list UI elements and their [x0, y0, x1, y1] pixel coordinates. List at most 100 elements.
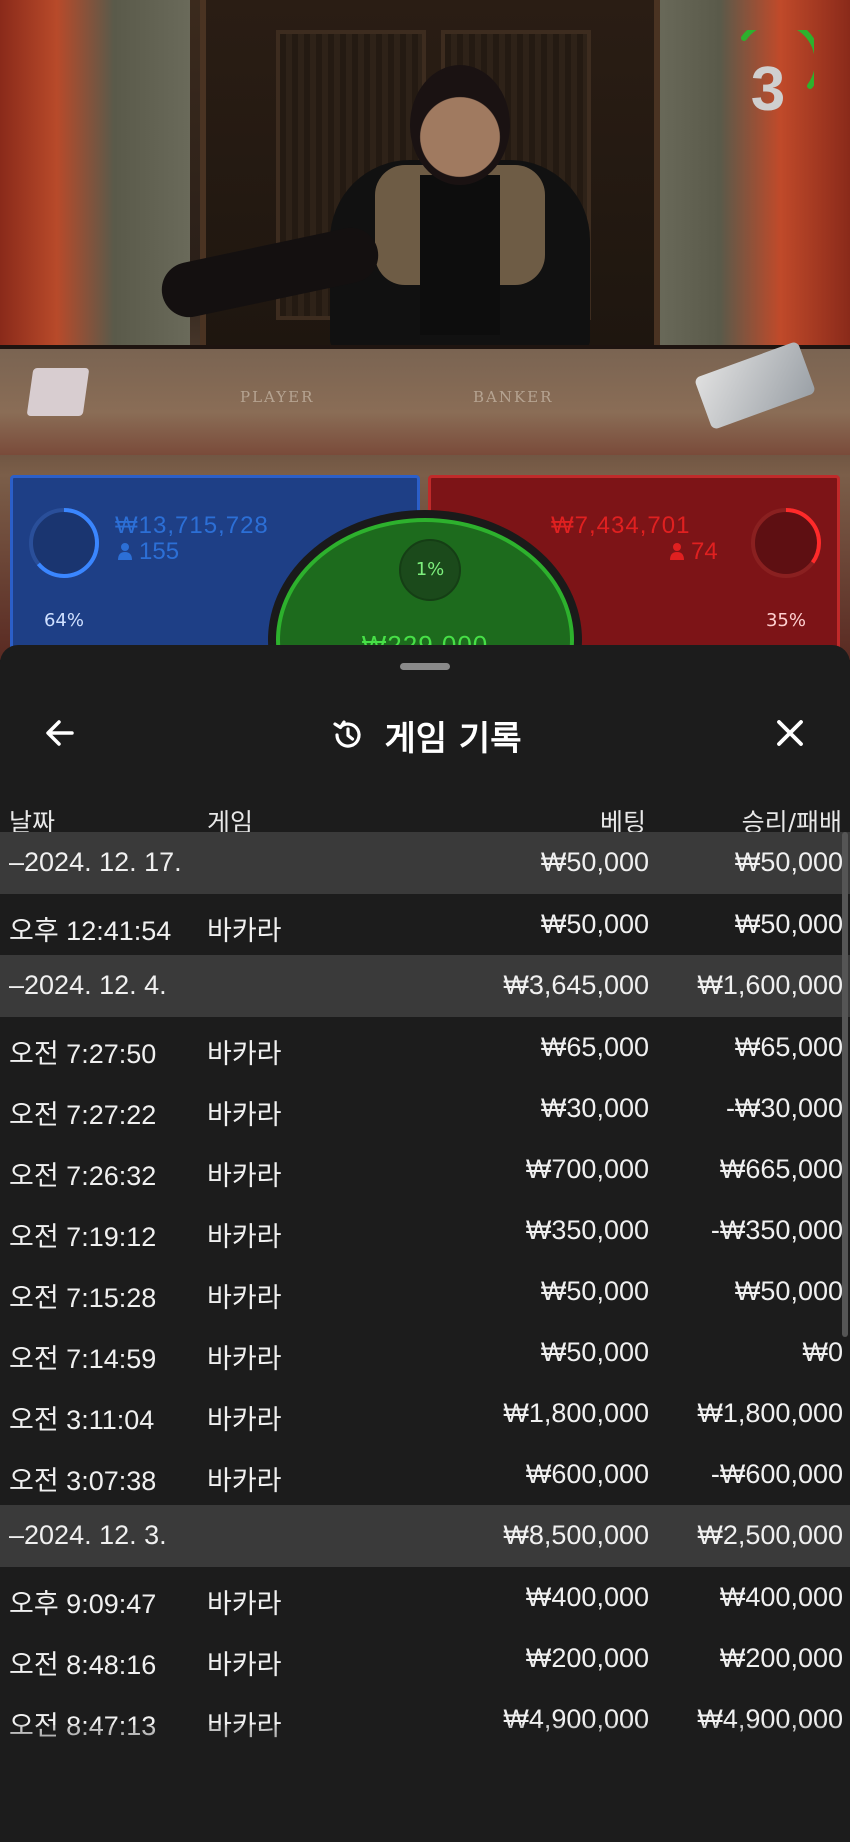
row-bet: ₩350,000	[525, 1215, 649, 1245]
row-time: 오전 8:48:16	[9, 1650, 157, 1680]
group-result-total: ₩1,600,000	[697, 970, 843, 1000]
sheet-drag-handle[interactable]	[400, 663, 450, 670]
history-row[interactable]: 오전 7:27:22 바카라 ₩30,000 -₩30,000	[0, 1078, 850, 1139]
row-result: ₩1,800,000	[697, 1398, 843, 1428]
row-bet: ₩30,000	[540, 1093, 649, 1123]
countdown-timer: 3	[722, 18, 821, 124]
row-bet: ₩600,000	[525, 1459, 649, 1489]
felt-banker-label: BANKER	[473, 388, 554, 406]
history-icon	[332, 720, 361, 748]
player-bettor-count: 155	[117, 538, 179, 566]
row-result: ₩50,000	[734, 1276, 843, 1306]
row-bet: ₩50,000	[540, 1337, 649, 1367]
banker-ring-icon	[751, 508, 821, 578]
row-result: ₩665,000	[719, 1154, 843, 1184]
history-scrollbar[interactable]	[842, 832, 848, 1337]
row-result: ₩65,000	[734, 1032, 843, 1062]
row-bet: ₩1,800,000	[503, 1398, 649, 1428]
row-time: 오전 7:15:28	[9, 1283, 157, 1313]
row-time: 오전 7:27:50	[9, 1039, 157, 1069]
row-result: ₩0	[802, 1337, 844, 1367]
row-result: ₩50,000	[734, 909, 843, 939]
banker-bettor-count: 74	[669, 538, 718, 566]
history-row[interactable]: 오전 7:15:28 바카라 ₩50,000 ₩50,000	[0, 1261, 850, 1322]
row-game: 바카라	[207, 1161, 282, 1191]
history-row[interactable]: 오전 7:19:12 바카라 ₩350,000 -₩350,000	[0, 1200, 850, 1261]
row-result: -₩30,000	[725, 1093, 843, 1123]
banker-percent-ring: 35%	[749, 506, 823, 631]
row-game: 바카라	[207, 1344, 282, 1374]
dealer-head	[410, 65, 510, 185]
banker-total-amount: ₩7,434,701	[551, 512, 691, 539]
close-icon	[777, 720, 803, 746]
row-time: 오전 3:11:04	[9, 1405, 155, 1435]
row-time: 오전 3:07:38	[9, 1466, 157, 1496]
date-group-row[interactable]: –2024. 12. 4. ₩3,645,000 ₩1,600,000	[0, 955, 850, 1017]
row-time: 오전 8:47:13	[9, 1711, 157, 1741]
row-time: 오후 12:41:54	[9, 916, 172, 946]
group-result-total: ₩50,000	[734, 847, 843, 877]
felt-player-label: PLAYER	[240, 388, 315, 406]
row-bet: ₩50,000	[540, 909, 649, 939]
countdown-number: 3	[750, 55, 786, 124]
row-bet: ₩4,900,000	[503, 1704, 649, 1734]
group-date: –2024. 12. 3.	[9, 1520, 167, 1550]
banker-count-value: 74	[691, 538, 718, 565]
history-row[interactable]: 오전 7:26:32 바카라 ₩700,000 ₩665,000	[0, 1139, 850, 1200]
group-date: –2024. 12. 17.	[9, 847, 182, 877]
wall-left	[0, 0, 190, 360]
row-time: 오전 7:26:32	[9, 1161, 157, 1191]
history-row[interactable]: 오전 7:27:50 바카라 ₩65,000 ₩65,000	[0, 1017, 850, 1078]
row-result: ₩4,900,000	[697, 1704, 843, 1734]
history-row[interactable]: 오전 8:47:13 바카라 ₩4,900,000 ₩4,900,000	[0, 1689, 850, 1750]
row-result: -₩350,000	[710, 1215, 843, 1245]
group-bet-total: ₩50,000	[540, 847, 649, 877]
person-icon	[670, 543, 684, 560]
row-bet: ₩700,000	[525, 1154, 649, 1184]
player-ring-icon	[29, 508, 99, 578]
history-row[interactable]: 오전 7:14:59 바카라 ₩50,000 ₩0	[0, 1322, 850, 1383]
row-bet: ₩400,000	[525, 1582, 649, 1612]
row-game: 바카라	[207, 916, 282, 946]
group-date: –2024. 12. 4.	[9, 970, 167, 1000]
group-bet-total: ₩3,645,000	[503, 970, 649, 1000]
history-row[interactable]: 오전 3:07:38 바카라 ₩600,000 -₩600,000	[0, 1444, 850, 1505]
row-game: 바카라	[207, 1466, 282, 1496]
history-row[interactable]: 오후 9:09:47 바카라 ₩400,000 ₩400,000	[0, 1567, 850, 1628]
row-game: 바카라	[207, 1711, 282, 1741]
group-bet-total: ₩8,500,000	[503, 1520, 649, 1550]
group-result-total: ₩2,500,000	[697, 1520, 843, 1550]
row-game: 바카라	[207, 1100, 282, 1130]
date-group-row[interactable]: –2024. 12. 17. ₩50,000 ₩50,000	[0, 832, 850, 894]
row-time: 오후 9:09:47	[9, 1589, 157, 1619]
history-row[interactable]: 오전 3:11:04 바카라 ₩1,800,000 ₩1,800,000	[0, 1383, 850, 1444]
close-button[interactable]	[760, 703, 820, 763]
history-row[interactable]: 오후 12:41:54 바카라 ₩50,000 ₩50,000	[0, 894, 850, 955]
row-game: 바카라	[207, 1589, 282, 1619]
live-video-area: PLAYER BANKER 3 64% ₩13,715,728 155 35% …	[0, 0, 850, 660]
player-count-value: 155	[139, 538, 180, 565]
person-icon	[118, 543, 132, 560]
player-total-amount: ₩13,715,728	[115, 512, 269, 539]
row-bet: ₩50,000	[540, 1276, 649, 1306]
game-history-sheet: 게임 기록 날짜 게임 베팅 승리/패배 –2024. 12. 17. ₩50,…	[0, 645, 850, 1842]
row-result: ₩400,000	[719, 1582, 843, 1612]
sheet-title-group: 게임 기록	[0, 685, 850, 785]
sheet-header: 게임 기록	[0, 685, 850, 785]
sheet-title: 게임 기록	[384, 718, 522, 759]
row-time: 오전 7:14:59	[9, 1344, 157, 1374]
back-button[interactable]	[30, 703, 90, 763]
row-time: 오전 7:19:12	[9, 1222, 157, 1252]
row-result: ₩200,000	[719, 1643, 843, 1673]
history-table-body: –2024. 12. 17. ₩50,000 ₩50,000 오후 12:41:…	[0, 832, 850, 1750]
arrow-left-icon	[46, 720, 74, 746]
row-game: 바카라	[207, 1650, 282, 1680]
row-game: 바카라	[207, 1222, 282, 1252]
row-game: 바카라	[207, 1405, 282, 1435]
card-stack	[26, 368, 90, 416]
row-game: 바카라	[207, 1039, 282, 1069]
history-row[interactable]: 오전 8:48:16 바카라 ₩200,000 ₩200,000	[0, 1628, 850, 1689]
row-bet: ₩65,000	[540, 1032, 649, 1062]
date-group-row[interactable]: –2024. 12. 3. ₩8,500,000 ₩2,500,000	[0, 1505, 850, 1567]
row-result: -₩600,000	[710, 1459, 843, 1489]
